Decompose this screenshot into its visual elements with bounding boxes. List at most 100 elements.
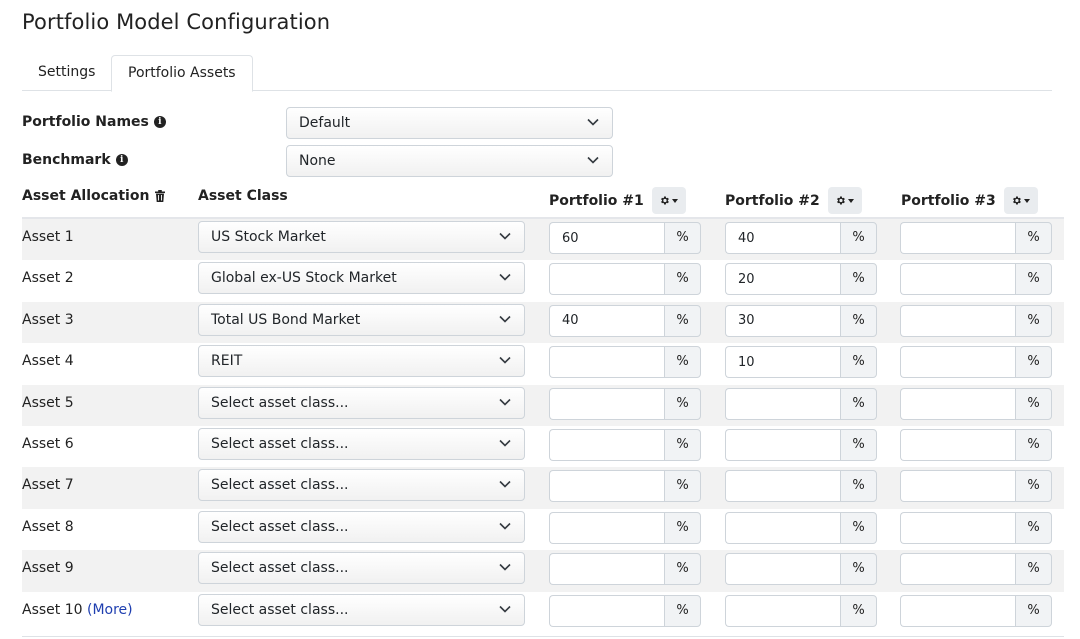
tab-settings[interactable]: Settings [22, 55, 111, 91]
portfolio-3-percent-input[interactable] [900, 387, 1015, 420]
asset-class-header: Asset Class [198, 188, 288, 204]
portfolio-2-percent-input[interactable] [725, 387, 840, 420]
percent-unit: % [1015, 470, 1052, 503]
percent-unit: % [664, 511, 701, 544]
asset-class-select[interactable]: Select asset class... [198, 552, 525, 585]
asset-label: Asset 2 [22, 270, 74, 286]
portfolio-3-allocation: % [900, 511, 1052, 544]
asset-class-value: Select asset class... [211, 394, 349, 411]
percent-unit: % [664, 222, 701, 254]
chevron-down-icon [499, 274, 511, 282]
percent-unit: % [840, 511, 877, 544]
asset-label: Asset 10 (More) [22, 602, 133, 618]
chevron-down-icon [499, 439, 511, 447]
percent-unit: % [664, 304, 701, 337]
portfolio-1-percent-input[interactable] [549, 387, 664, 420]
portfolio-1-percent-input[interactable] [549, 222, 664, 254]
percent-unit: % [840, 553, 877, 586]
asset-class-select[interactable]: Select asset class... [198, 469, 525, 502]
chevron-down-icon [499, 564, 511, 571]
benchmark-label: Benchmark i [22, 152, 128, 168]
asset-class-select[interactable]: Select asset class... [198, 593, 525, 626]
portfolio-3-header: Portfolio #3 [901, 187, 1038, 214]
portfolio-3-percent-input[interactable] [900, 263, 1015, 296]
table-row: Asset 4 REIT%%% [22, 343, 1064, 384]
asset-label-text: Asset 3 [22, 311, 74, 328]
portfolio-2-percent-input[interactable] [725, 346, 840, 379]
portfolio-1-percent-input[interactable] [549, 511, 664, 544]
portfolio-3-percent-input[interactable] [900, 553, 1015, 586]
portfolio-1-percent-input[interactable] [549, 346, 664, 379]
asset-class-value: Select asset class... [211, 560, 349, 577]
chevron-down-icon [499, 605, 511, 613]
info-icon[interactable]: i [153, 116, 166, 128]
portfolio-3-allocation: % [900, 222, 1052, 254]
portfolio-2-settings-button[interactable] [827, 187, 862, 214]
portfolio-3-settings-button[interactable] [1003, 187, 1038, 214]
portfolio-2-percent-input[interactable] [725, 511, 840, 544]
asset-class-value: Global ex-US Stock Market [211, 270, 397, 287]
portfolio-1-percent-input[interactable] [549, 553, 664, 586]
portfolio-2-percent-input[interactable] [725, 470, 840, 503]
percent-unit: % [1015, 346, 1052, 379]
portfolio-2-percent-input[interactable] [725, 263, 840, 296]
portfolio-1-settings-button[interactable] [651, 187, 686, 214]
asset-class-select[interactable]: Global ex-US Stock Market [198, 262, 525, 295]
portfolio-3-percent-input[interactable] [900, 594, 1015, 627]
portfolio-1-percent-input[interactable] [549, 263, 664, 296]
percent-unit: % [840, 429, 877, 461]
asset-class-select[interactable]: US Stock Market [198, 221, 525, 253]
portfolio-3-percent-input[interactable] [900, 222, 1015, 254]
portfolio-1-allocation: % [549, 470, 701, 503]
portfolio-2-allocation: % [725, 304, 877, 337]
more-link[interactable]: (More) [87, 602, 133, 618]
asset-label-text: Asset 6 [22, 436, 74, 452]
portfolio-names-select[interactable]: Default [286, 107, 613, 139]
portfolio-2-allocation: % [725, 511, 877, 544]
asset-class-value: REIT [211, 353, 243, 370]
portfolio-3-allocation: % [900, 387, 1052, 420]
portfolio-1-percent-input[interactable] [549, 429, 664, 461]
percent-unit: % [1015, 263, 1052, 296]
portfolio-2-percent-input[interactable] [725, 304, 840, 337]
asset-allocation-header-text: Asset Allocation [22, 188, 150, 204]
portfolio-3-percent-input[interactable] [900, 470, 1015, 503]
portfolio-3-percent-input[interactable] [900, 304, 1015, 337]
percent-unit: % [840, 222, 877, 254]
trash-icon[interactable] [155, 190, 166, 202]
tab-portfolio-assets[interactable]: Portfolio Assets [111, 55, 253, 92]
asset-class-select[interactable]: REIT [198, 345, 525, 378]
tab-bar: Settings Portfolio Assets [22, 55, 1052, 92]
asset-label: Asset 1 [22, 229, 74, 245]
portfolio-1-allocation: % [549, 553, 701, 586]
asset-class-select[interactable]: Select asset class... [198, 510, 525, 543]
portfolio-3-percent-input[interactable] [900, 511, 1015, 544]
chevron-down-icon [587, 118, 599, 126]
portfolio-2-percent-input[interactable] [725, 222, 840, 254]
asset-class-select[interactable]: Total US Bond Market [198, 303, 525, 336]
portfolio-3-percent-input[interactable] [900, 429, 1015, 461]
portfolio-1-percent-input[interactable] [549, 470, 664, 503]
asset-class-select[interactable]: Select asset class... [198, 386, 525, 419]
portfolio-2-percent-input[interactable] [725, 429, 840, 461]
portfolio-1-allocation: % [549, 263, 701, 296]
portfolio-3-percent-input[interactable] [900, 346, 1015, 379]
asset-class-select[interactable]: Select asset class... [198, 428, 525, 460]
portfolio-2-percent-input[interactable] [725, 553, 840, 586]
asset-label-text: Asset 1 [22, 229, 74, 245]
percent-unit: % [664, 594, 701, 627]
portfolio-2-allocation: % [725, 387, 877, 420]
portfolio-2-allocation: % [725, 263, 877, 296]
info-icon[interactable]: i [115, 154, 128, 166]
portfolio-2-percent-input[interactable] [725, 594, 840, 627]
gear-icon [1013, 196, 1022, 205]
table-row: Asset 7 Select asset class...%%% [22, 467, 1064, 509]
gear-icon [661, 196, 670, 205]
asset-label: Asset 9 [22, 560, 74, 576]
table-row: Asset 1 US Stock Market%%% [22, 219, 1064, 261]
portfolio-1-percent-input[interactable] [549, 594, 664, 627]
benchmark-label-text: Benchmark [22, 152, 111, 168]
chevron-down-icon [499, 522, 511, 530]
portfolio-1-percent-input[interactable] [549, 304, 664, 337]
benchmark-select[interactable]: None [286, 145, 613, 177]
